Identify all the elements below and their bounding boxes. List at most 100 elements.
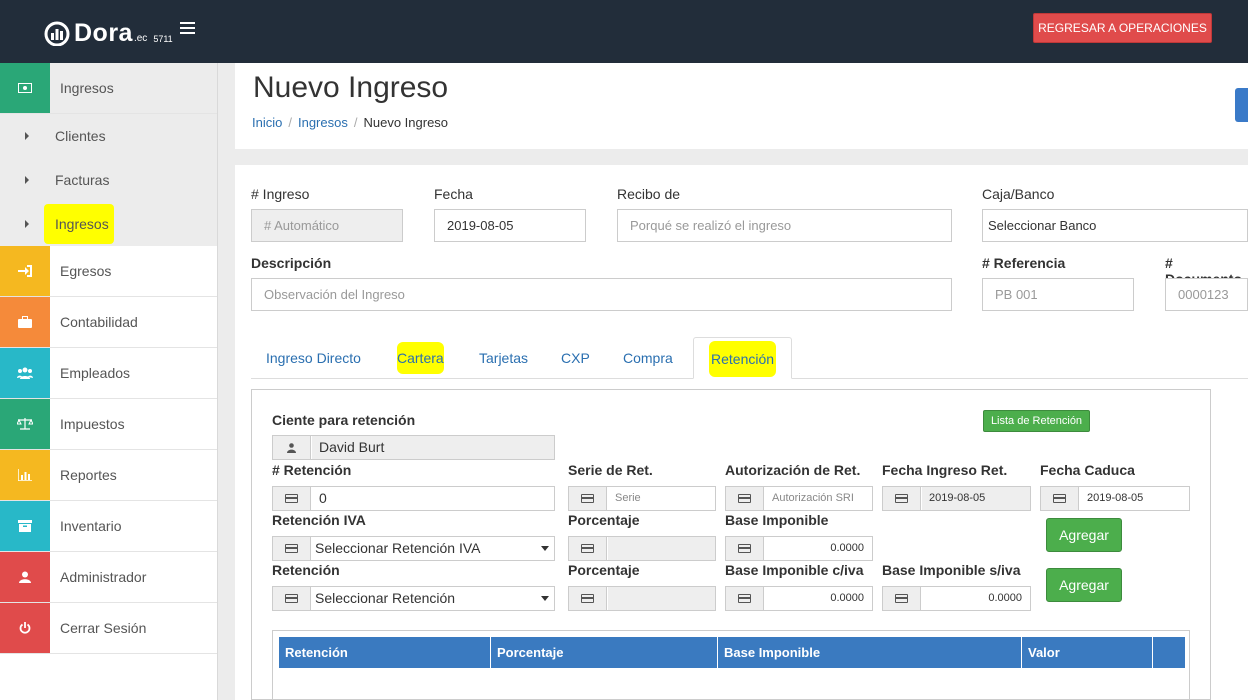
caret-right-icon <box>25 176 29 184</box>
retencion-select[interactable]: Seleccionar Retención <box>272 586 555 611</box>
retencion-iva-select[interactable]: Seleccionar Retención IVA <box>272 536 555 561</box>
retencion-label: Retención <box>272 562 340 578</box>
agregar-retencion-button[interactable]: Agregar <box>1046 568 1122 602</box>
agregar-iva-button[interactable]: Agregar <box>1046 518 1122 552</box>
sidebar-item-cerrar-sesion[interactable]: Cerrar Sesión <box>0 603 217 654</box>
credit-card-icon <box>726 487 764 510</box>
fecha-field[interactable]: 2019-08-05 <box>434 209 586 242</box>
column-header-valor[interactable]: Valor <box>1022 637 1153 668</box>
sidebar-item-impuestos[interactable]: Impuestos <box>0 399 217 450</box>
caja-banco-select[interactable]: Seleccionar Banco <box>982 209 1248 242</box>
money-icon <box>0 63 50 113</box>
base-siva-label: Base Imponible s/iva <box>882 562 1021 578</box>
sidebar-subitem-facturas[interactable]: Facturas <box>0 158 217 202</box>
menu-toggle-icon[interactable] <box>180 22 195 34</box>
brand-logo[interactable]: Dora .ec 5711 <box>44 20 173 46</box>
sidebar-subitem-clientes[interactable]: Clientes <box>0 114 217 158</box>
ingreso-number-label: # Ingreso <box>251 186 310 202</box>
base-civa-field[interactable]: 0.0000 <box>725 586 873 611</box>
bar-chart-icon <box>0 450 50 500</box>
column-header-porcentaje[interactable]: Porcentaje <box>491 637 718 668</box>
base-siva-field[interactable]: 0.0000 <box>882 586 1031 611</box>
balance-scale-icon <box>0 399 50 449</box>
return-to-operations-button[interactable]: REGRESAR A OPERACIONES <box>1033 13 1212 43</box>
briefcase-icon <box>0 297 50 347</box>
sidebar-item-ingresos[interactable]: Ingresos <box>0 63 217 114</box>
logo-suffix: .ec <box>133 33 148 44</box>
credit-card-icon <box>569 487 607 510</box>
sign-in-icon <box>0 246 50 296</box>
descripcion-field[interactable]: Observación del Ingreso <box>251 278 952 311</box>
sidebar-item-label: Reportes <box>60 467 117 483</box>
serie-field[interactable]: Serie <box>568 486 716 511</box>
breadcrumb-inicio[interactable]: Inicio <box>252 115 282 130</box>
referencia-field[interactable]: PB 001 <box>982 278 1134 311</box>
top-navbar: Dora .ec 5711 REGRESAR A OPERACIONES <box>0 0 1248 63</box>
documento-field[interactable]: 0000123 <box>1165 278 1248 311</box>
autorizacion-field[interactable]: Autorización SRI <box>725 486 873 511</box>
credit-card-icon <box>273 537 311 560</box>
sidebar-subitem-label: Facturas <box>55 172 110 188</box>
user-icon <box>273 436 311 459</box>
fecha-caduca-field[interactable]: 2019-08-05 <box>1040 486 1190 511</box>
column-header-base-imponible[interactable]: Base Imponible <box>718 637 1022 668</box>
dropdown-arrow-icon <box>541 596 549 601</box>
fecha-ingreso-ret-label: Fecha Ingreso Ret. <box>882 462 1008 478</box>
sidebar-item-label: Empleados <box>60 365 131 381</box>
autorizacion-label: Autorización de Ret. <box>725 462 861 478</box>
users-icon <box>0 348 50 398</box>
sidebar-subitem-ingresos[interactable]: Ingresos <box>0 202 217 246</box>
lista-retencion-button[interactable]: Lista de Retención <box>983 410 1090 432</box>
breadcrumb: Inicio / Ingresos / Nuevo Ingreso <box>252 115 449 130</box>
tab-tarjetas[interactable]: Tarjetas <box>464 337 543 379</box>
ingreso-number-field: # Automático <box>251 209 403 242</box>
sidebar-item-contabilidad[interactable]: Contabilidad <box>0 297 217 348</box>
breadcrumb-ingresos[interactable]: Ingresos <box>298 115 348 130</box>
credit-card-icon <box>883 587 921 610</box>
num-retencion-field[interactable]: 0 <box>272 486 555 511</box>
sidebar-item-label: Administrador <box>60 569 147 585</box>
caret-right-icon <box>25 132 29 140</box>
credit-card-icon <box>569 537 607 560</box>
credit-card-icon <box>726 587 764 610</box>
referencia-label: # Referencia <box>982 255 1066 271</box>
recibo-field[interactable]: Porqué se realizó el ingreso <box>617 209 952 242</box>
porcentaje-field <box>568 586 716 611</box>
breadcrumb-current: Nuevo Ingreso <box>363 115 449 130</box>
sidebar-item-egresos[interactable]: Egresos <box>0 246 217 297</box>
tab-retencion[interactable]: Retención <box>693 337 793 379</box>
sidebar-item-empleados[interactable]: Empleados <box>0 348 217 399</box>
sidebar-item-inventario[interactable]: Inventario <box>0 501 217 552</box>
archive-icon <box>0 501 50 551</box>
table-header: Retención Porcentaje Base Imponible Valo… <box>279 637 1185 668</box>
caja-banco-label: Caja/Banco <box>982 186 1055 202</box>
fecha-caduca-label: Fecha Caduca <box>1040 462 1135 478</box>
sidebar-item-label: Contabilidad <box>60 314 138 330</box>
logo-number: 5711 <box>153 34 173 44</box>
tab-compra[interactable]: Compra <box>608 337 688 379</box>
header-action-button[interactable] <box>1235 88 1248 122</box>
cliente-retencion-field: David Burt <box>272 435 555 460</box>
cliente-retencion-label: Ciente para retención <box>272 412 416 428</box>
sidebar-subitem-label: Clientes <box>55 128 106 144</box>
credit-card-icon <box>273 587 311 610</box>
recibo-label: Recibo de <box>617 186 681 202</box>
fecha-ingreso-ret-field: 2019-08-05 <box>882 486 1031 511</box>
num-retencion-label: # Retención <box>272 462 352 478</box>
tab-cxp[interactable]: CXP <box>546 337 605 379</box>
sidebar-item-reportes[interactable]: Reportes <box>0 450 217 501</box>
sidebar-item-label: Ingresos <box>60 80 114 96</box>
sidebar-item-administrador[interactable]: Administrador <box>0 552 217 603</box>
sidebar-subitem-label: Ingresos <box>55 216 109 232</box>
column-header-retencion[interactable]: Retención <box>279 637 491 668</box>
tab-ingreso-directo[interactable]: Ingreso Directo <box>251 337 376 379</box>
porcentaje-field <box>568 536 716 561</box>
base-imponible-field[interactable]: 0.0000 <box>725 536 873 561</box>
sidebar-item-label: Egresos <box>60 263 112 279</box>
content-header: Nuevo Ingreso Inicio / Ingresos / Nuevo Ingr… <box>235 63 1248 149</box>
tab-cartera[interactable]: Cartera <box>382 337 459 379</box>
power-icon <box>0 603 50 653</box>
sidebar-item-label: Impuestos <box>60 416 125 432</box>
tab-label: Cartera <box>397 342 444 374</box>
credit-card-icon <box>726 537 764 560</box>
